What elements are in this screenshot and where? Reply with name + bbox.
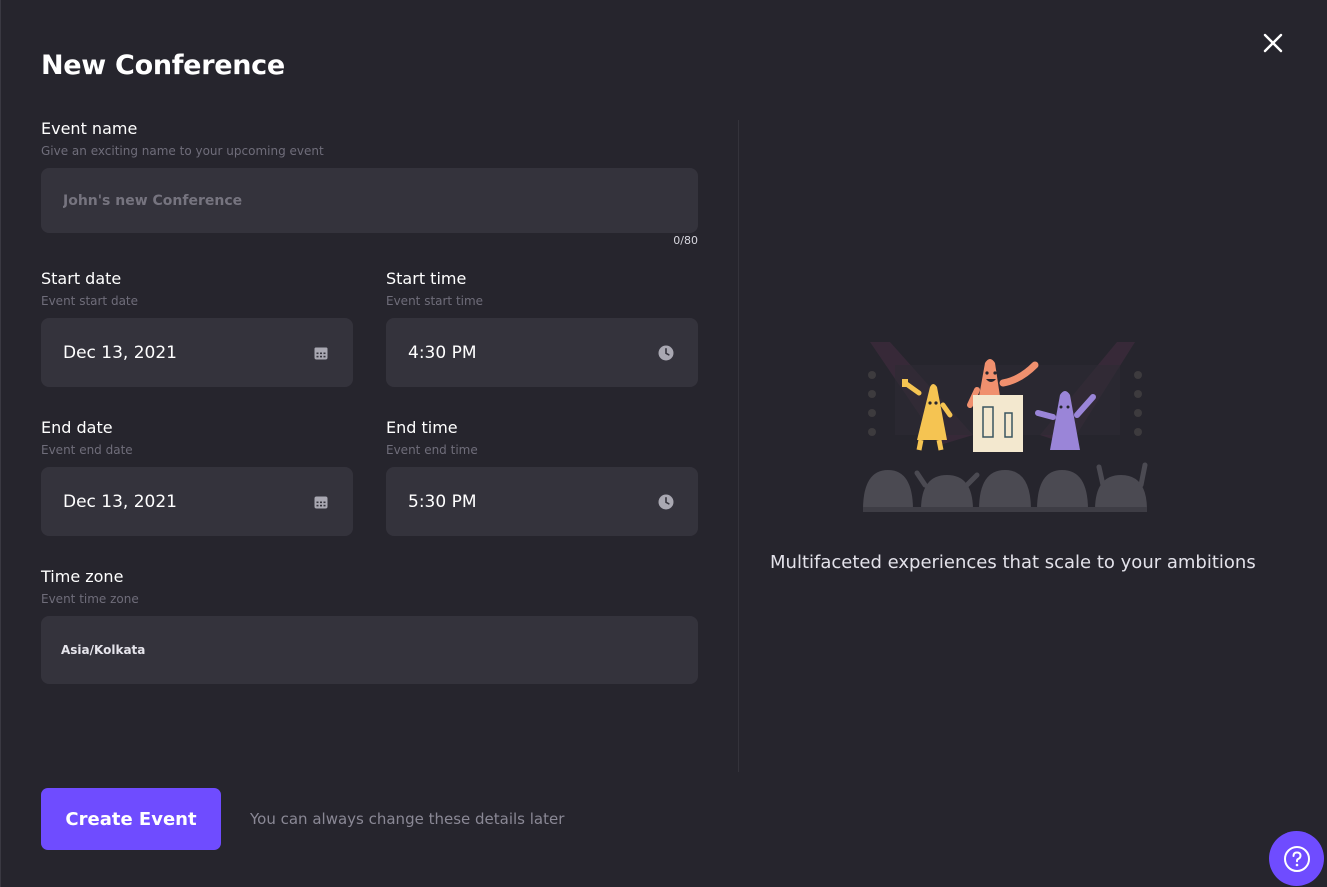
end-time-hint: Event end time <box>386 443 478 457</box>
event-name-input[interactable] <box>41 192 698 209</box>
calendar-icon <box>314 347 328 359</box>
end-date-label: End date <box>41 418 113 437</box>
modal-left-border <box>0 0 1 887</box>
close-button[interactable] <box>1259 29 1287 57</box>
start-date-label: Start date <box>41 269 122 288</box>
create-event-button[interactable]: Create Event <box>41 788 221 850</box>
event-name-label: Event name <box>41 119 138 138</box>
end-time-value: 5:30 PM <box>408 491 477 512</box>
time-zone-select[interactable]: Asia/Kolkata <box>41 616 698 684</box>
event-name-counter: 0/80 <box>673 234 698 247</box>
start-time-hint: Event start time <box>386 294 484 308</box>
end-time-picker[interactable]: 5:30 PM <box>386 467 698 536</box>
page-title: New Conference <box>41 50 285 81</box>
time-zone-label: Time zone <box>41 567 124 586</box>
footer-note: You can always change these details late… <box>250 810 565 828</box>
end-date-picker[interactable]: Dec 13, 2021 <box>41 467 353 536</box>
event-name-hint: Give an exciting name to your upcoming e… <box>41 144 324 158</box>
panel-divider <box>738 120 739 772</box>
question-icon <box>1283 845 1310 872</box>
start-time-picker[interactable]: 4:30 PM <box>386 318 698 387</box>
calendar-icon <box>314 496 328 508</box>
start-date-hint: Event start date <box>41 294 139 308</box>
start-date-picker[interactable]: Dec 13, 2021 <box>41 318 353 387</box>
event-name-field <box>41 168 698 233</box>
help-button[interactable] <box>1269 831 1324 886</box>
clock-icon <box>658 345 674 360</box>
start-time-label: Start time <box>386 269 467 288</box>
time-zone-hint: Event time zone <box>41 592 139 606</box>
start-time-value: 4:30 PM <box>408 342 477 363</box>
start-date-value: Dec 13, 2021 <box>63 342 178 363</box>
new-conference-modal: New Conference Event name Give an exciti… <box>0 0 1327 887</box>
conference-stage-illustration <box>863 342 1148 512</box>
end-time-label: End time <box>386 418 458 437</box>
clock-icon <box>658 494 674 509</box>
end-date-hint: Event end date <box>41 443 133 457</box>
side-panel-tagline: Multifaceted experiences that scale to y… <box>770 552 1256 573</box>
end-date-value: Dec 13, 2021 <box>63 491 178 512</box>
close-icon <box>1263 33 1283 53</box>
time-zone-value: Asia/Kolkata <box>61 643 146 657</box>
